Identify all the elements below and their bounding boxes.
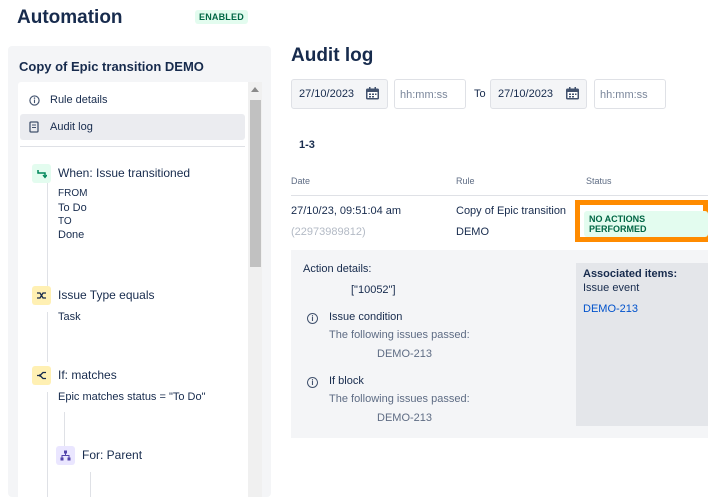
associated-items-title: Associated items: — [583, 268, 678, 280]
menu-item-label: Audit log — [50, 121, 93, 133]
shuffle-icon — [32, 286, 51, 305]
step-title[interactable]: When: Issue transitioned — [58, 166, 190, 180]
step-detail: TO — [58, 216, 72, 227]
rule-name: Copy of Epic transition DEMO — [19, 59, 204, 74]
branch-icon — [32, 366, 51, 385]
detail-item-issue: DEMO-213 — [377, 348, 433, 360]
column-header-date: Date — [291, 176, 311, 186]
flow-connector — [47, 312, 48, 362]
menu-item-audit-log[interactable]: Audit log — [20, 114, 245, 140]
document-icon — [28, 121, 40, 133]
row-rule-name: Copy of Epic transition — [456, 205, 567, 217]
flow-connector — [47, 180, 48, 288]
info-icon — [28, 94, 40, 106]
hierarchy-icon — [56, 446, 75, 465]
from-date-value: 27/10/2023 — [299, 88, 355, 100]
scroll-up-arrow-icon[interactable] — [251, 87, 259, 92]
step-detail: Task — [58, 311, 81, 323]
step-title[interactable]: If: matches — [58, 368, 117, 382]
detail-item-desc: The following issues passed: — [329, 393, 470, 405]
detail-item-title: If block — [329, 375, 364, 387]
step-detail: Epic matches status = "To Do" — [58, 391, 206, 403]
info-icon: i — [307, 377, 318, 388]
step-detail: To Do — [58, 202, 87, 214]
calendar-icon[interactable] — [365, 86, 380, 101]
to-time-placeholder: hh:mm:ss — [600, 89, 648, 101]
associated-items-subtitle: Issue event — [583, 282, 640, 294]
column-header-rule: Rule — [456, 176, 475, 186]
calendar-icon[interactable] — [565, 86, 580, 101]
rule-card: Rule details Audit log When: Issue trans… — [18, 82, 257, 497]
menu-item-label: Rule details — [50, 94, 108, 106]
scrollbar-thumb[interactable] — [250, 100, 261, 267]
divider — [291, 195, 708, 196]
info-icon: i — [307, 313, 318, 324]
transition-icon — [32, 164, 51, 183]
step-title[interactable]: Issue Type equals — [58, 288, 155, 302]
divider — [20, 146, 245, 147]
to-date-value: 27/10/2023 — [498, 88, 554, 100]
row-rule-name: DEMO — [456, 226, 489, 238]
flow-connector — [90, 472, 91, 497]
associated-issue-link[interactable]: DEMO-213 — [583, 303, 638, 315]
action-value: ["10052"] — [351, 284, 396, 296]
to-time-input[interactable]: hh:mm:ss — [594, 79, 666, 109]
app-title: Automation — [17, 7, 123, 28]
flow-connector — [47, 392, 48, 497]
rule-sidebar: Copy of Epic transition DEMO Rule detail… — [8, 46, 271, 497]
result-count: 1-3 — [299, 139, 315, 151]
menu-item-rule-details[interactable]: Rule details — [20, 87, 245, 113]
status-badge: NO ACTIONS PERFORMED — [584, 211, 708, 237]
from-time-placeholder: hh:mm:ss — [400, 89, 448, 101]
column-header-status: Status — [586, 176, 612, 186]
page-title: Audit log — [291, 45, 374, 66]
step-title[interactable]: For: Parent — [82, 448, 142, 462]
flow-connector — [64, 412, 65, 450]
row-date[interactable]: 27/10/23, 09:51:04 am — [291, 205, 401, 217]
detail-item-issue: DEMO-213 — [377, 412, 433, 424]
row-execution-id: (22973989812) — [291, 226, 366, 238]
detail-item-desc: The following issues passed: — [329, 329, 470, 341]
step-detail: Done — [58, 229, 85, 241]
action-details-label: Action details: — [303, 263, 372, 275]
step-detail: FROM — [58, 188, 88, 199]
to-label: To — [474, 88, 486, 100]
from-time-input[interactable]: hh:mm:ss — [394, 79, 466, 109]
status-badge: ENABLED — [195, 10, 248, 24]
detail-item-title: Issue condition — [329, 311, 403, 323]
